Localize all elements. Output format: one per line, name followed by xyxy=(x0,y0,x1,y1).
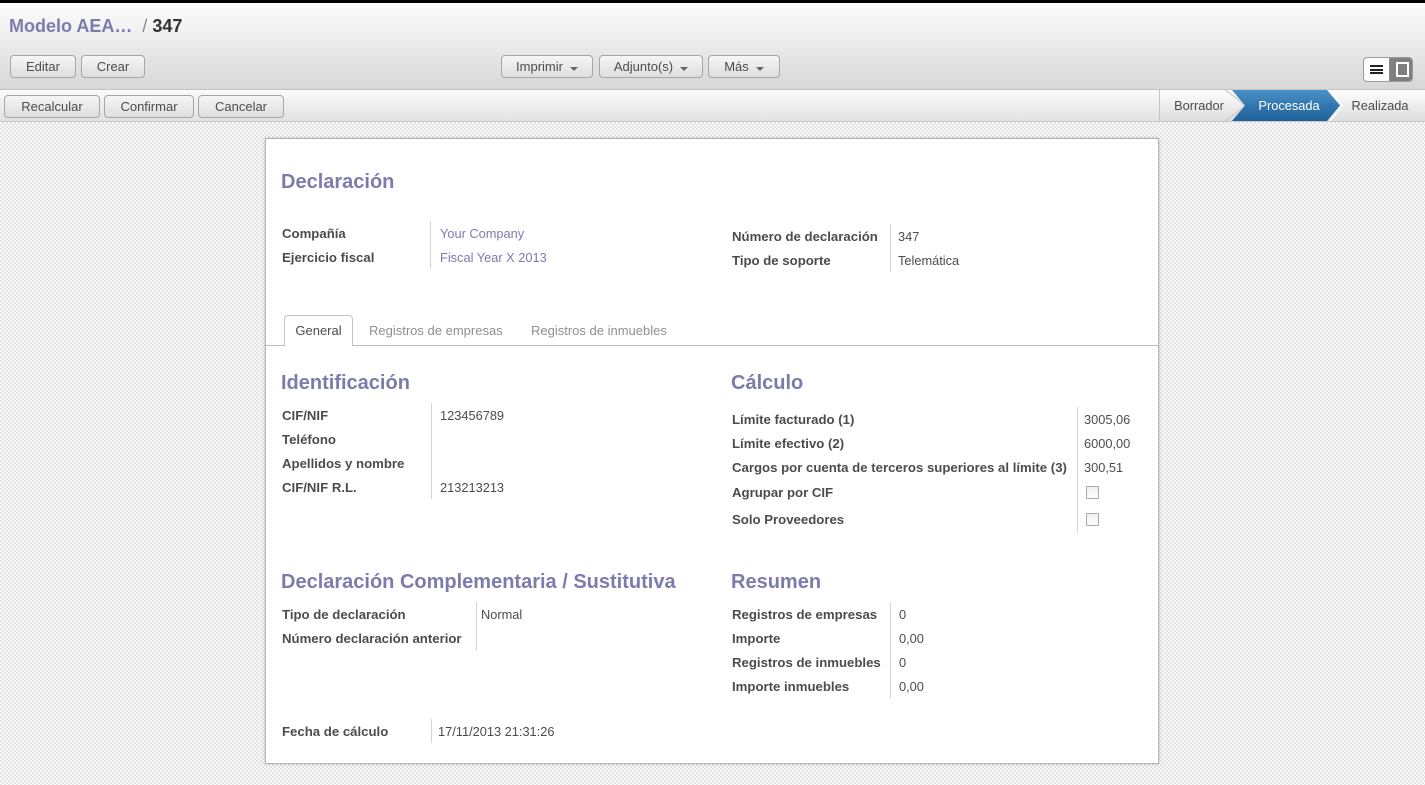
svg-text:Realizada: Realizada xyxy=(1352,98,1410,113)
svg-text:Procesada: Procesada xyxy=(1258,98,1320,113)
svg-text:Borrador: Borrador xyxy=(1174,98,1225,113)
